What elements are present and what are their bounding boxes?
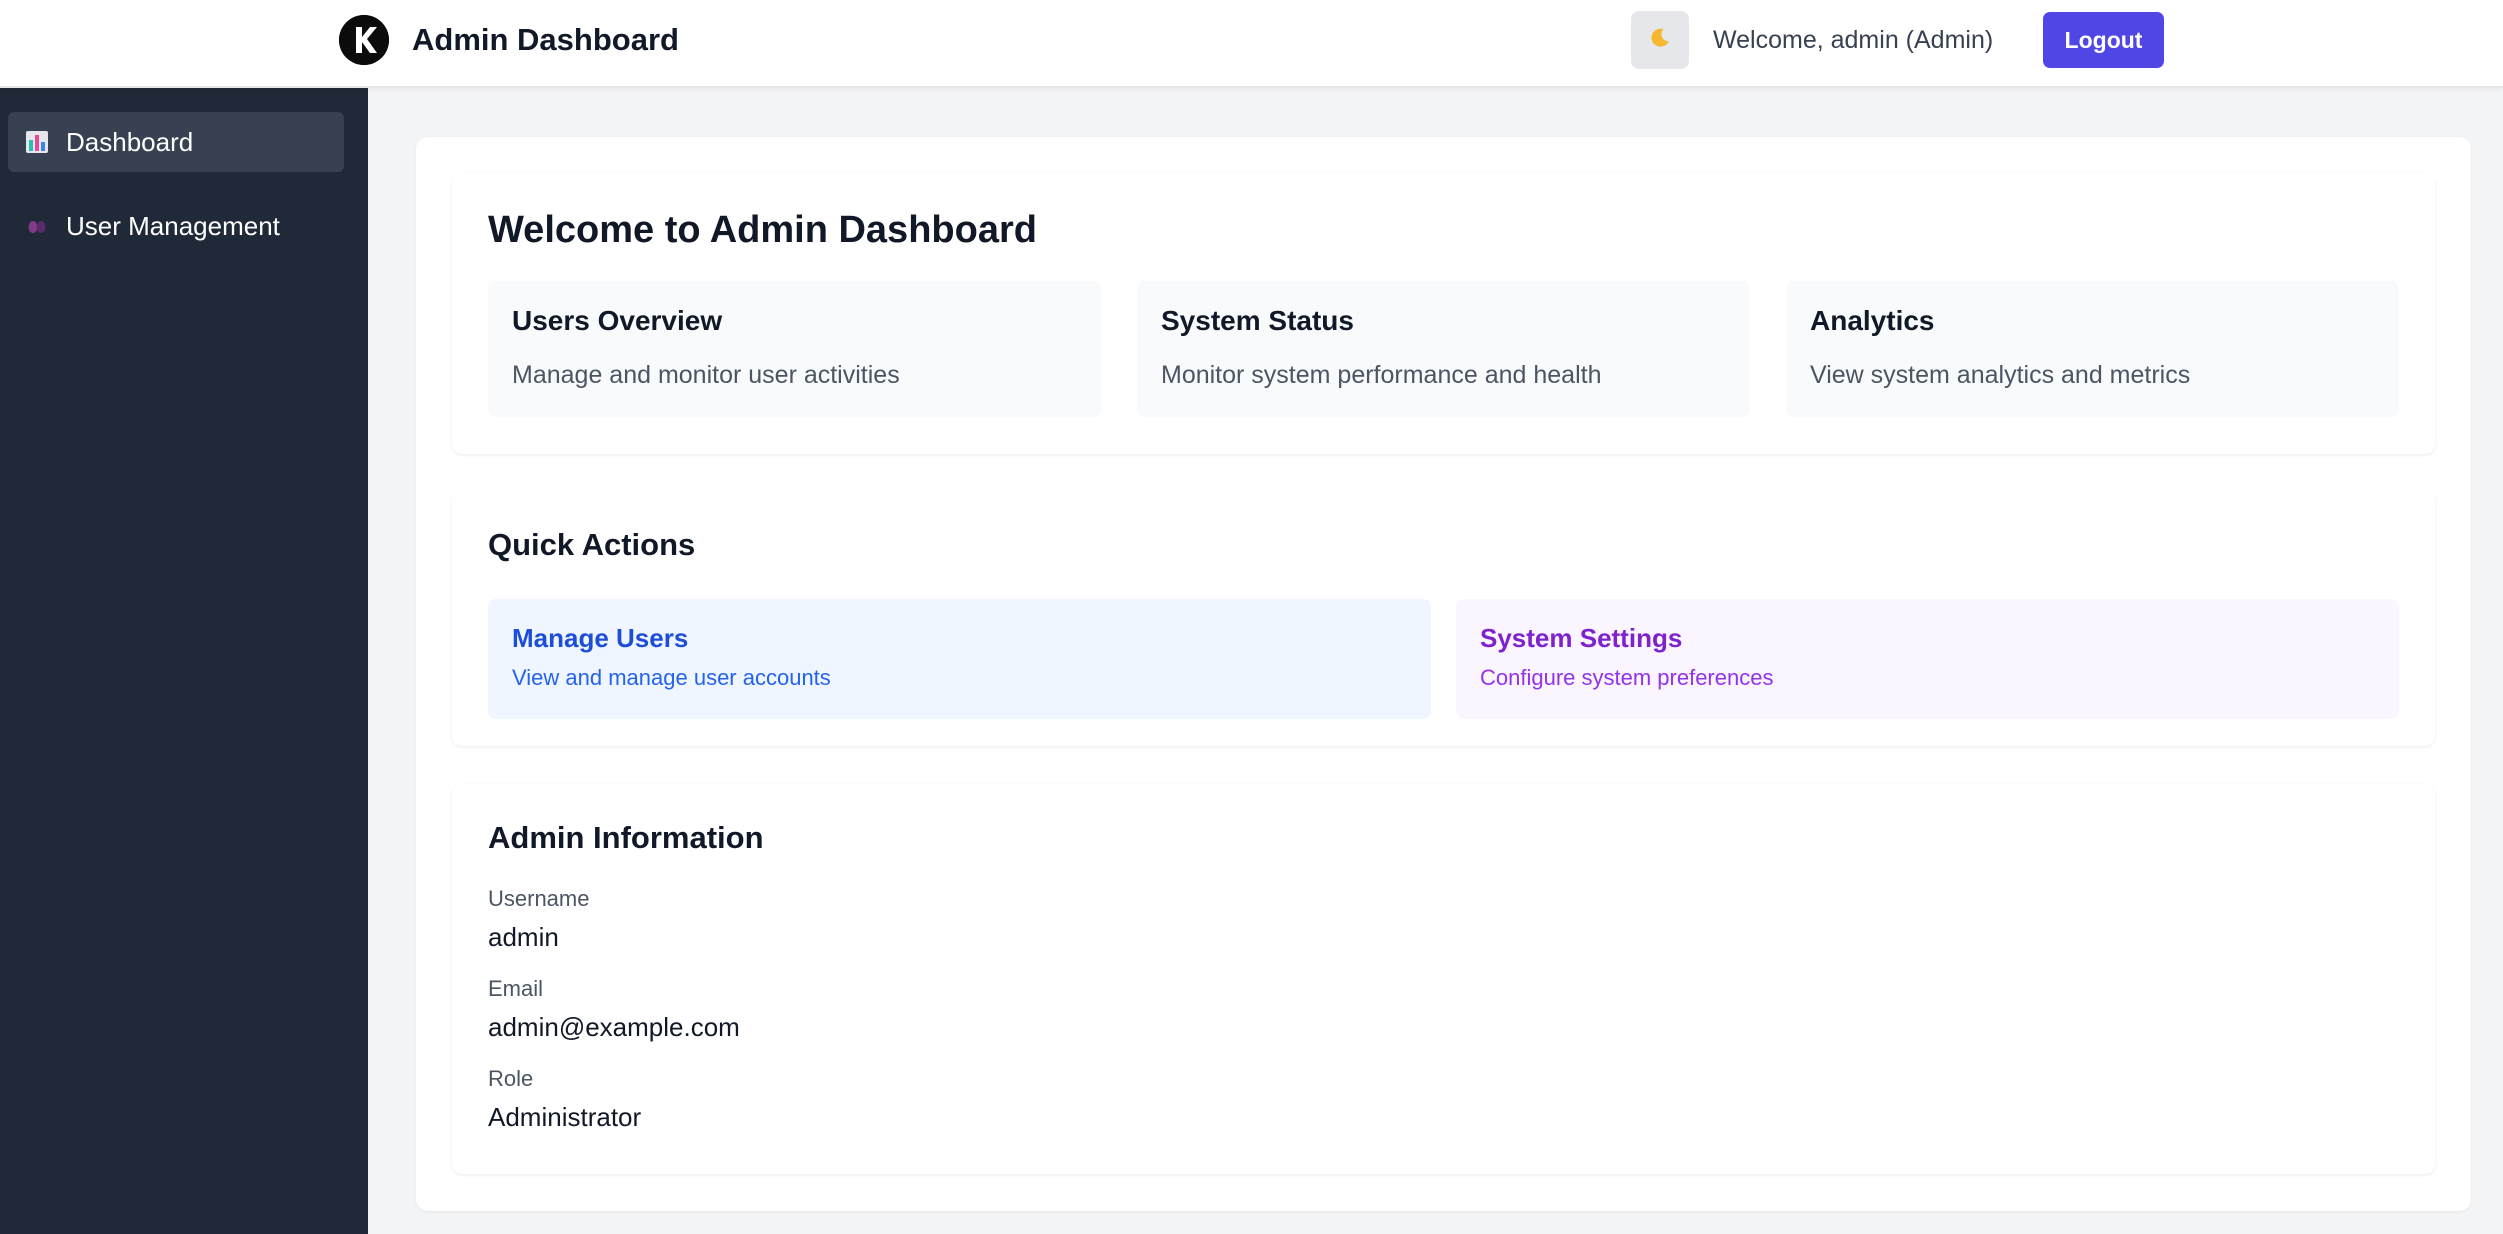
role-value: Administrator: [488, 1102, 642, 1132]
users-icon: [24, 213, 50, 239]
card-description: Manage and monitor user activities: [512, 361, 900, 389]
admin-information-section: Admin Information Username admin Email a…: [452, 784, 2435, 1174]
email-label: Email: [488, 976, 544, 1001]
username-value: admin: [488, 922, 559, 952]
system-settings-action[interactable]: System Settings Configure system prefere…: [1456, 599, 2399, 719]
welcome-user-text: Welcome, admin (Admin): [1713, 26, 1994, 54]
sidebar-item-user-management[interactable]: User Management: [8, 196, 344, 256]
analytics-card[interactable]: Analytics View system analytics and metr…: [1786, 281, 2399, 417]
action-description: Configure system preferences: [1480, 665, 1774, 690]
system-status-card[interactable]: System Status Monitor system performance…: [1137, 281, 1750, 417]
action-title: Manage Users: [512, 623, 689, 653]
bar-chart-icon: [24, 129, 50, 155]
email-value: admin@example.com: [488, 1012, 740, 1042]
action-description: View and manage user accounts: [512, 665, 831, 690]
moon-icon: [1648, 26, 1672, 55]
k-logo-icon[interactable]: [339, 15, 389, 65]
card-title: System Status: [1161, 305, 1354, 336]
card-title: Analytics: [1810, 305, 1935, 336]
quick-actions-title: Quick Actions: [488, 527, 696, 562]
sidebar-item-dashboard[interactable]: Dashboard: [8, 112, 344, 172]
admin-information-title: Admin Information: [488, 820, 764, 855]
sidebar: Dashboard User Management: [0, 88, 368, 1234]
app-title: Admin Dashboard: [412, 22, 679, 57]
action-title: System Settings: [1480, 623, 1683, 653]
top-navbar: Admin Dashboard Welcome, admin (Admin) L…: [0, 0, 2503, 88]
main-content: Welcome to Admin Dashboard Users Overvie…: [416, 137, 2471, 1211]
card-description: Monitor system performance and health: [1161, 361, 1602, 389]
welcome-title: Welcome to Admin Dashboard: [488, 209, 1037, 251]
username-label: Username: [488, 886, 590, 911]
users-overview-card[interactable]: Users Overview Manage and monitor user a…: [488, 281, 1101, 417]
sidebar-item-label: User Management: [66, 210, 280, 241]
theme-toggle-button[interactable]: [1631, 11, 1689, 69]
manage-users-action[interactable]: Manage Users View and manage user accoun…: [488, 599, 1431, 719]
quick-actions-section: Quick Actions Manage Users View and mana…: [452, 491, 2435, 746]
card-description: View system analytics and metrics: [1810, 361, 2191, 389]
sidebar-item-label: Dashboard: [66, 126, 194, 157]
logout-button[interactable]: Logout: [2043, 12, 2164, 68]
welcome-section: Welcome to Admin Dashboard Users Overvie…: [452, 173, 2435, 454]
card-title: Users Overview: [512, 305, 723, 336]
role-label: Role: [488, 1066, 534, 1091]
